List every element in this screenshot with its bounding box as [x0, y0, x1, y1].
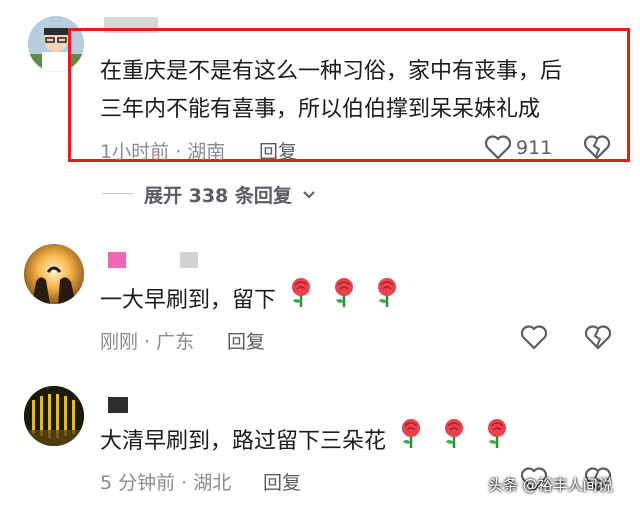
watermark: 头条 @裕丰人间说: [488, 476, 613, 494]
reply-button[interactable]: 回复: [259, 137, 297, 164]
heart-icon[interactable]: [484, 134, 512, 164]
like-count: 911: [516, 137, 553, 159]
avatar[interactable]: [24, 244, 84, 304]
expand-divider: [102, 193, 134, 194]
rose-emoji: [330, 277, 358, 325]
heart-icon[interactable]: [520, 324, 548, 354]
dislike-icon[interactable]: [584, 324, 612, 354]
comment-meta: 5 分钟前 · 湖北: [100, 472, 232, 494]
reply-button[interactable]: 回复: [227, 327, 265, 354]
rose-emoji: [373, 277, 401, 325]
expand-replies-label: 展开 338 条回复: [144, 185, 292, 207]
comment-text: 一大早刷到，留下: [100, 277, 401, 325]
comment-text-body: 大清早刷到，路过留下三朵花: [100, 429, 387, 454]
dislike-icon[interactable]: [583, 134, 611, 164]
comment-meta: 刚刚 · 广东: [100, 331, 195, 353]
rose-emoji: [440, 418, 468, 466]
rose-emoji: [287, 277, 315, 325]
comment-meta: 1小时前 · 湖南: [100, 141, 226, 163]
username-redacted[interactable]: [108, 397, 128, 413]
chevron-down-icon[interactable]: [302, 186, 316, 205]
comment-text-line2: 三年内不能有喜事，所以伯伯撑到呆呆妹礼成: [100, 97, 541, 122]
avatar[interactable]: [24, 386, 84, 446]
username-redacted[interactable]: [108, 252, 126, 268]
comment-text-body: 一大早刷到，留下: [100, 288, 277, 313]
rose-emoji: [483, 418, 511, 466]
reply-button[interactable]: 回复: [263, 468, 301, 495]
username-redacted-2[interactable]: [180, 252, 198, 268]
comment-text: 大清早刷到，路过留下三朵花: [100, 418, 511, 466]
rose-emoji: [397, 418, 425, 466]
expand-replies-button[interactable]: 展开 338 条回复: [144, 181, 292, 208]
